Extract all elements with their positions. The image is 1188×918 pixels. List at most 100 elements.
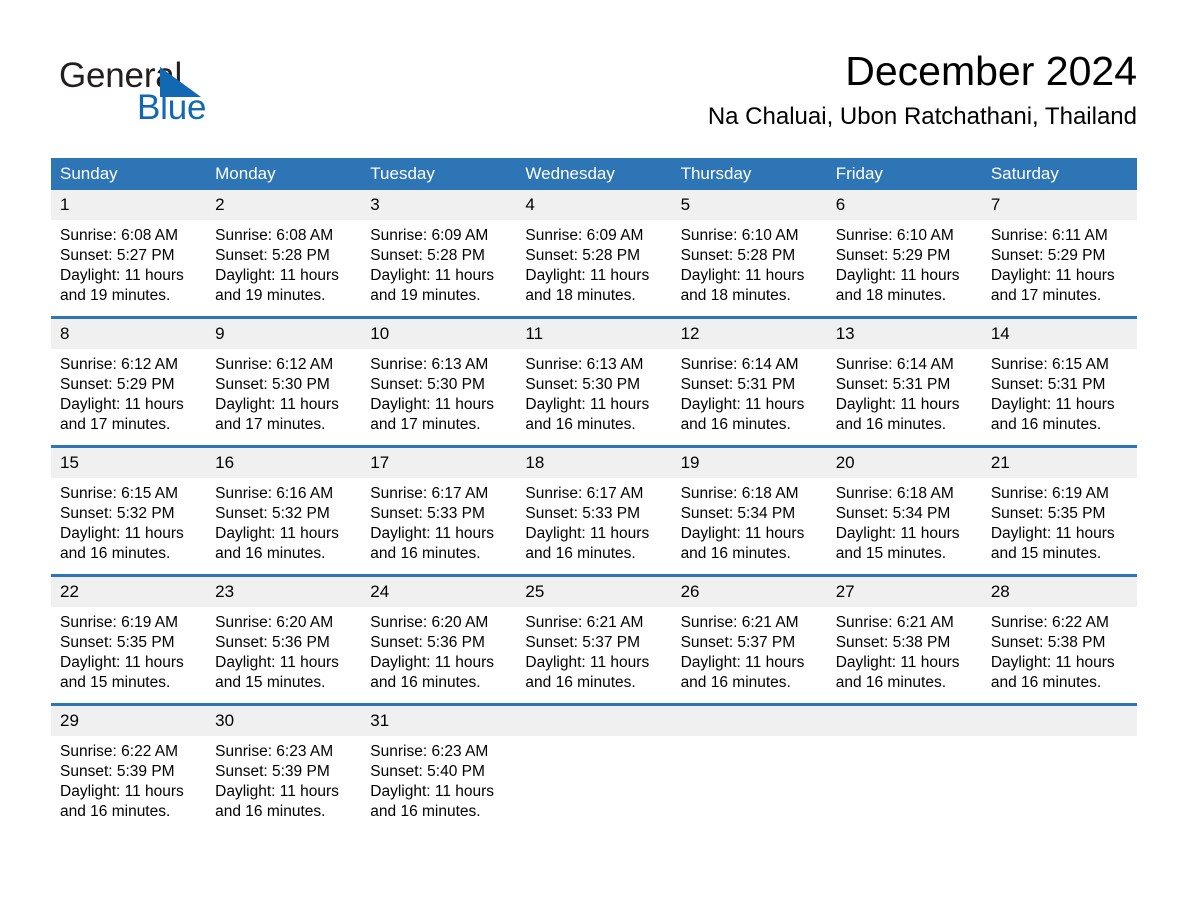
daylight-text: Daylight: 11 hours and 16 minutes.	[60, 783, 184, 820]
weekday-header-thursday: Thursday	[671, 158, 827, 190]
sunrise-text: Sunrise: 6:20 AM	[215, 614, 334, 631]
daylight-text: Daylight: 11 hours and 16 minutes.	[680, 654, 805, 691]
day-number	[671, 706, 827, 736]
calendar-day-cell[interactable]: 26 Sunrise: 6:21 AM Sunset: 5:37 PM Dayligh…	[671, 574, 827, 705]
calendar-day-cell[interactable]: 14 Sunrise: 6:15 AM Sunset: 5:31 PM Dayligh…	[981, 316, 1137, 447]
calendar-day-cell[interactable]: 18 Sunrise: 6:17 AM Sunset: 5:33 PM Dayligh…	[516, 445, 672, 576]
day-number: 25	[516, 577, 672, 607]
daylight-text: Daylight: 11 hours and 16 minutes.	[835, 396, 960, 433]
sunset-text: Sunset: 5:37 PM	[680, 634, 796, 651]
day-number: 26	[671, 577, 827, 607]
calendar-day-cell[interactable]: 16 Sunrise: 6:16 AM Sunset: 5:32 PM Dayligh…	[206, 445, 362, 576]
page-subtitle: Na Chaluai, Ubon Ratchathani, Thailand	[707, 103, 1137, 130]
day-number: 10	[361, 319, 517, 349]
day-number: 2	[206, 190, 362, 220]
sunrise-text: Sunrise: 6:12 AM	[215, 356, 334, 373]
sunset-text: Sunset: 5:31 PM	[680, 376, 796, 393]
sunrise-text: Sunrise: 6:08 AM	[60, 227, 179, 244]
sunset-text: Sunset: 5:35 PM	[990, 505, 1106, 522]
daylight-text: Daylight: 11 hours and 17 minutes.	[215, 396, 339, 433]
day-details: Sunrise: 6:17 AM Sunset: 5:33 PM Daylight:…	[361, 478, 516, 574]
day-number: 19	[671, 448, 827, 478]
calendar-day-cell[interactable]: 15 Sunrise: 6:15 AM Sunset: 5:32 PM Dayligh…	[51, 445, 207, 576]
calendar-day-cell[interactable]: 3 Sunrise: 6:09 AM Sunset: 5:28 PM Daylight…	[361, 190, 517, 318]
daylight-text: Daylight: 11 hours and 16 minutes.	[370, 783, 495, 820]
weekday-header-wednesday: Wednesday	[516, 158, 672, 190]
day-number	[516, 706, 672, 736]
calendar-day-cell[interactable]: 23 Sunrise: 6:20 AM Sunset: 5:36 PM Dayligh…	[206, 574, 362, 705]
sunrise-text: Sunrise: 6:19 AM	[60, 614, 179, 631]
calendar-day-cell[interactable]: 25 Sunrise: 6:21 AM Sunset: 5:37 PM Dayligh…	[516, 574, 672, 705]
daylight-text: Daylight: 11 hours and 16 minutes.	[525, 396, 650, 433]
calendar-day-cell[interactable]: 6 Sunrise: 6:10 AM Sunset: 5:29 PM Daylight…	[826, 190, 982, 318]
day-details: Sunrise: 6:19 AM Sunset: 5:35 PM Daylight:…	[51, 607, 206, 703]
day-number: 20	[826, 448, 982, 478]
calendar-day-cell[interactable]: 1 Sunrise: 6:08 AM Sunset: 5:27 PM Daylight…	[51, 190, 207, 318]
calendar-day-cell[interactable]: 8 Sunrise: 6:12 AM Sunset: 5:29 PM Daylight…	[51, 316, 207, 447]
daylight-text: Daylight: 11 hours and 18 minutes.	[680, 267, 805, 304]
sunset-text: Sunset: 5:39 PM	[60, 763, 175, 780]
calendar-day-cell[interactable]: 17 Sunrise: 6:17 AM Sunset: 5:33 PM Dayligh…	[361, 445, 517, 576]
calendar-day-cell[interactable]: 22 Sunrise: 6:19 AM Sunset: 5:35 PM Dayligh…	[51, 574, 207, 705]
calendar-day-cell[interactable]: 10 Sunrise: 6:13 AM Sunset: 5:30 PM Dayligh…	[361, 316, 517, 447]
day-number: 7	[981, 190, 1137, 220]
calendar-day-cell[interactable]: 11 Sunrise: 6:13 AM Sunset: 5:30 PM Dayligh…	[516, 316, 672, 447]
day-number: 1	[51, 190, 207, 220]
day-number: 30	[206, 706, 362, 736]
calendar-day-cell[interactable]: 20 Sunrise: 6:18 AM Sunset: 5:34 PM Dayligh…	[826, 445, 982, 576]
calendar-day-cell[interactable]: 5 Sunrise: 6:10 AM Sunset: 5:28 PM Daylight…	[671, 190, 827, 318]
day-number: 9	[206, 319, 362, 349]
calendar-day-cell[interactable]: 13 Sunrise: 6:14 AM Sunset: 5:31 PM Dayligh…	[826, 316, 982, 447]
calendar-day-cell[interactable]: 19 Sunrise: 6:18 AM Sunset: 5:34 PM Dayligh…	[671, 445, 827, 576]
daylight-text: Daylight: 11 hours and 17 minutes.	[990, 267, 1115, 304]
daylight-text: Daylight: 11 hours and 16 minutes.	[525, 525, 650, 562]
calendar-day-cell[interactable]: 30 Sunrise: 6:23 AM Sunset: 5:39 PM Dayligh…	[206, 703, 362, 832]
sunset-text: Sunset: 5:34 PM	[835, 505, 951, 522]
sunrise-text: Sunrise: 6:10 AM	[680, 227, 799, 244]
day-details: Sunrise: 6:11 AM Sunset: 5:29 PM Daylight:…	[982, 220, 1137, 316]
calendar-day-cell[interactable]: 21 Sunrise: 6:19 AM Sunset: 5:35 PM Dayligh…	[981, 445, 1137, 576]
calendar-day-cell[interactable]: 2 Sunrise: 6:08 AM Sunset: 5:28 PM Daylight…	[206, 190, 362, 318]
day-number: 17	[361, 448, 517, 478]
day-number: 22	[51, 577, 207, 607]
day-details	[672, 736, 827, 832]
calendar-day-cell[interactable]: 4 Sunrise: 6:09 AM Sunset: 5:28 PM Daylight…	[516, 190, 672, 318]
daylight-text: Daylight: 11 hours and 18 minutes.	[525, 267, 650, 304]
calendar-day-cell[interactable]: 24 Sunrise: 6:20 AM Sunset: 5:36 PM Dayligh…	[361, 574, 517, 705]
daylight-text: Daylight: 11 hours and 16 minutes.	[525, 654, 650, 691]
sunrise-text: Sunrise: 6:08 AM	[215, 227, 334, 244]
calendar-day-cell-empty	[516, 703, 672, 832]
day-details: Sunrise: 6:10 AM Sunset: 5:29 PM Daylight:…	[827, 220, 982, 316]
day-details: Sunrise: 6:10 AM Sunset: 5:28 PM Daylight:…	[672, 220, 827, 316]
page-title: December 2024	[845, 48, 1137, 94]
day-details: Sunrise: 6:22 AM Sunset: 5:39 PM Daylight:…	[51, 736, 206, 832]
sunset-text: Sunset: 5:30 PM	[215, 376, 330, 393]
sunset-text: Sunset: 5:37 PM	[525, 634, 641, 651]
calendar-day-cell[interactable]: 7 Sunrise: 6:11 AM Sunset: 5:29 PM Daylight…	[981, 190, 1137, 318]
day-details: Sunrise: 6:20 AM Sunset: 5:36 PM Daylight:…	[206, 607, 361, 703]
calendar-day-cell[interactable]: 12 Sunrise: 6:14 AM Sunset: 5:31 PM Dayligh…	[671, 316, 827, 447]
sunrise-text: Sunrise: 6:22 AM	[990, 614, 1109, 631]
sunset-text: Sunset: 5:34 PM	[680, 505, 796, 522]
day-details: Sunrise: 6:23 AM Sunset: 5:39 PM Daylight:…	[206, 736, 361, 832]
calendar-day-cell[interactable]: 27 Sunrise: 6:21 AM Sunset: 5:38 PM Dayligh…	[826, 574, 982, 705]
sunrise-text: Sunrise: 6:14 AM	[680, 356, 799, 373]
sunrise-text: Sunrise: 6:23 AM	[215, 743, 334, 760]
day-details: Sunrise: 6:13 AM Sunset: 5:30 PM Daylight:…	[361, 349, 516, 445]
day-number: 3	[361, 190, 517, 220]
day-number: 5	[671, 190, 827, 220]
calendar-day-cell[interactable]: 29 Sunrise: 6:22 AM Sunset: 5:39 PM Dayligh…	[51, 703, 207, 832]
generalblue-logo[interactable]: General Blue	[59, 56, 389, 142]
day-details: Sunrise: 6:17 AM Sunset: 5:33 PM Daylight:…	[516, 478, 671, 574]
sunset-text: Sunset: 5:39 PM	[215, 763, 330, 780]
daylight-text: Daylight: 11 hours and 16 minutes.	[215, 525, 339, 562]
day-number: 6	[826, 190, 982, 220]
sunset-text: Sunset: 5:38 PM	[835, 634, 951, 651]
calendar-day-cell-empty	[671, 703, 827, 832]
day-number: 16	[206, 448, 362, 478]
sunset-text: Sunset: 5:28 PM	[680, 247, 796, 264]
calendar-day-cell[interactable]: 31 Sunrise: 6:23 AM Sunset: 5:40 PM Dayligh…	[361, 703, 517, 832]
weekday-header-monday: Monday	[206, 158, 362, 190]
calendar-day-cell[interactable]: 28 Sunrise: 6:22 AM Sunset: 5:38 PM Dayligh…	[981, 574, 1137, 705]
calendar-day-cell[interactable]: 9 Sunrise: 6:12 AM Sunset: 5:30 PM Daylight…	[206, 316, 362, 447]
